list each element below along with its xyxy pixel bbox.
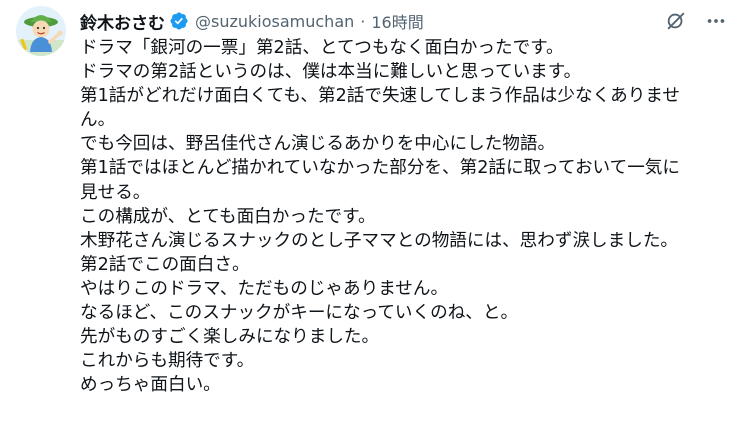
post-text-line: やはりこのドラマ、ただものじゃありません。	[80, 278, 449, 299]
post-text-line: でも今回は、野呂佳代さん演じるあかりを中心にした物語。	[80, 134, 556, 155]
author-name[interactable]: 鈴木おさむ	[80, 9, 165, 34]
post-text-line: 第1話ではほとんど描かれていなかった部分を、第2話に取っておいて一気に	[80, 158, 680, 179]
post-text-line: 第1話がどれだけ面白くても、第2話で失速してしまう作品は少なくありませ	[80, 86, 680, 107]
tweet-header: 鈴木おさむ @suzukiosamuchan · 16時間	[80, 8, 424, 34]
grok-button[interactable]	[663, 8, 689, 34]
post-text-line: ドラマ「銀河の一票」第2話、とてつもなく面白かったです。	[80, 38, 564, 58]
more-options-icon	[707, 19, 725, 23]
tweet-actions	[663, 8, 729, 34]
post-text-line: ドラマの第2話というのは、僕は本当に難しいと思っています。	[80, 62, 582, 83]
tweet: 鈴木おさむ @suzukiosamuchan · 16時間 ドラマ「銀河の一票」…	[0, 0, 747, 434]
post-text-line: これからも期待です。	[80, 351, 255, 372]
grok-icon	[667, 12, 685, 30]
post-text-line: なるほど、このスナックがキーになっていくのね、と。	[80, 303, 519, 324]
post-text: ドラマ「銀河の一票」第2話、とてつもなく面白かったです。 ドラマの第2話というの…	[80, 36, 735, 397]
post-text-line: ん。	[80, 110, 116, 131]
post-timestamp[interactable]: 16時間	[371, 9, 423, 33]
post-text-line: この構成が、とても面白かったです。	[80, 206, 376, 227]
author-handle[interactable]: @suzukiosamuchan	[195, 12, 354, 31]
avatar-illustration	[16, 6, 66, 56]
post-text-line: めっちゃ面白い。	[80, 375, 221, 396]
post-text-line: 第2話でこの面白さ。	[80, 254, 250, 275]
separator-dot: ·	[360, 11, 366, 31]
post-text-line: 木野花さん演じるスナックのとし子ママとの物語には、思わず涙しました。	[80, 230, 679, 251]
post-text-line: 先がものすごく楽しみになりました。	[80, 327, 380, 348]
more-options-button[interactable]	[703, 8, 729, 34]
post-text-line: 見せる。	[80, 182, 151, 203]
verified-badge-icon	[169, 11, 189, 31]
avatar[interactable]	[16, 6, 66, 56]
